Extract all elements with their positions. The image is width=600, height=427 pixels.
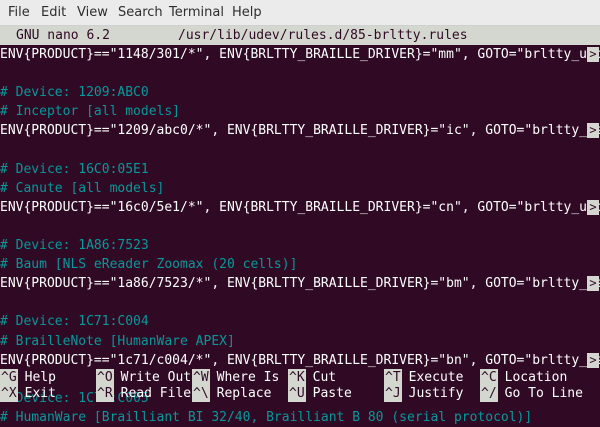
comment-line: # Baum [NLS eReader Zoomax (20 cells)] — [0, 255, 600, 274]
rule-line: ENV{PRODUCT}=="1a86/7523/*", ENV{BRLTTY_… — [0, 274, 600, 293]
shortcut-key: ^W — [192, 369, 210, 386]
menu-file[interactable]: File — [8, 5, 30, 20]
line-text: ENV{PRODUCT}=="1209/abc0/*", ENV{BRLTTY_… — [0, 123, 600, 139]
shortcut-replace[interactable]: ^\ Replace — [192, 385, 271, 402]
shortcut-label: Execute — [408, 370, 464, 385]
comment-line: # BrailleNote [HumanWare APEX] — [0, 332, 600, 351]
menu-edit[interactable]: Edit — [41, 5, 66, 20]
line-overflow-marker: > — [587, 199, 599, 215]
nano-filename: /usr/lib/udev/rules.d/85-brltty.rules — [178, 28, 468, 43]
shortcut-label: Exit — [24, 386, 56, 401]
shortcut-label: Replace — [216, 386, 272, 401]
shortcut-exit[interactable]: ^X Exit — [0, 385, 56, 402]
line-text: ENV{PRODUCT}=="1c71/c004/*", ENV{BRLTTY_… — [0, 352, 600, 368]
menu-terminal[interactable]: Terminal — [169, 5, 224, 20]
line-overflow-marker: > — [587, 276, 599, 292]
shortcut-label: Write Out — [120, 370, 192, 385]
terminal-area[interactable]: GNU nano 6.2 /usr/lib/udev/rules.d/85-br… — [0, 26, 600, 425]
shortcut-label: Where Is — [216, 370, 280, 385]
line-text: ENV{PRODUCT}=="1148/301/*", ENV{BRLTTY_B… — [0, 47, 600, 62]
line-text: ENV{PRODUCT}=="1a86/7523/*", ENV{BRLTTY_… — [0, 276, 600, 292]
line-overflow-marker: > — [587, 352, 599, 368]
shortcut-label: Cut — [312, 370, 337, 385]
line-text: # Device: 1209:ABC0 — [0, 85, 149, 101]
shortcut-label: Justify — [408, 386, 464, 401]
line-text: # Device: 1A86:7523 — [0, 238, 149, 253]
comment-line: # Device: 16C0:05E1 — [0, 160, 600, 179]
shortcut-key: ^/ — [480, 385, 498, 402]
comment-line: # Inceptor [all models] — [0, 102, 600, 121]
comment-line: # Device: 1209:ABC0 — [0, 83, 600, 102]
line-text: # Canute [all models] — [0, 180, 165, 196]
shortcut-key: ^O — [96, 369, 114, 386]
rule-line: ENV{PRODUCT}=="1c71/c004/*", ENV{BRLTTY_… — [0, 351, 600, 370]
menu-search[interactable]: Search — [118, 5, 163, 20]
shortcut-label: Location — [504, 370, 568, 385]
shortcut-key: ^U — [288, 385, 306, 402]
menu-view[interactable]: View — [77, 5, 108, 20]
shortcut-key: ^G — [0, 369, 18, 386]
shortcut-key: ^J — [384, 385, 402, 402]
shortcut-read-file[interactable]: ^R Read File — [96, 385, 191, 402]
shortcut-key: ^R — [96, 385, 114, 402]
shortcut-label: Help — [24, 370, 56, 385]
shortcut-label: Read File — [120, 386, 192, 401]
shortcut-key: ^C — [480, 369, 498, 386]
menu-help[interactable]: Help — [232, 5, 262, 20]
shortcut-go-to-line[interactable]: ^/ Go To Line — [480, 385, 583, 402]
line-overflow-marker: > — [587, 123, 599, 139]
shortcut-cut[interactable]: ^K Cut — [288, 369, 336, 386]
rule-line: ENV{PRODUCT}=="1209/abc0/*", ENV{BRLTTY_… — [0, 121, 600, 140]
line-overflow-marker: > — [587, 47, 599, 62]
line-text: # Inceptor [all models] — [0, 104, 181, 120]
shortcut-key: ^K — [288, 369, 306, 386]
line-text: # Device: 1C71:C004 — [0, 314, 149, 330]
shortcut-where-is[interactable]: ^W Where Is — [192, 369, 279, 386]
rule-line: ENV{PRODUCT}=="1148/301/*", ENV{BRLTTY_B… — [0, 45, 600, 64]
menu-bar: File Edit View Search Terminal Help — [0, 0, 600, 26]
shortcut-write-out[interactable]: ^O Write Out — [96, 369, 191, 386]
line-text: ENV{PRODUCT}=="16c0/5e1/*", ENV{BRLTTY_B… — [0, 199, 600, 215]
shortcut-help[interactable]: ^G Help — [0, 369, 56, 386]
comment-line: # HumanWare [Brailliant BI 32/40, Braill… — [0, 408, 600, 427]
shortcut-label: Paste — [312, 386, 352, 401]
line-text: # HumanWare [Brailliant BI 32/40, Braill… — [0, 409, 533, 425]
comment-line: # Device: 1A86:7523 — [0, 236, 600, 255]
shortcut-key: ^\ — [192, 385, 210, 402]
shortcut-location[interactable]: ^C Location — [480, 369, 567, 386]
shortcut-paste[interactable]: ^U Paste — [288, 385, 352, 402]
nano-version: GNU nano 6.2 — [16, 28, 110, 43]
shortcut-justify[interactable]: ^J Justify — [384, 385, 463, 402]
shortcut-key: ^T — [384, 369, 402, 386]
shortcut-execute[interactable]: ^T Execute — [384, 369, 463, 386]
shortcut-key: ^X — [0, 385, 18, 402]
comment-line: # Device: 1C71:C004 — [0, 312, 600, 331]
shortcut-label: Go To Line — [504, 386, 583, 401]
line-text: # Device: 16C0:05E1 — [0, 161, 149, 177]
rule-line: ENV{PRODUCT}=="16c0/5e1/*", ENV{BRLTTY_B… — [0, 198, 600, 217]
nano-title-bar: GNU nano 6.2 /usr/lib/udev/rules.d/85-br… — [0, 26, 600, 45]
line-text: # Baum [NLS eReader Zoomax (20 cells)] — [0, 257, 298, 273]
comment-line: # Canute [all models] — [0, 179, 600, 198]
line-text: # BrailleNote [HumanWare APEX] — [0, 333, 235, 349]
